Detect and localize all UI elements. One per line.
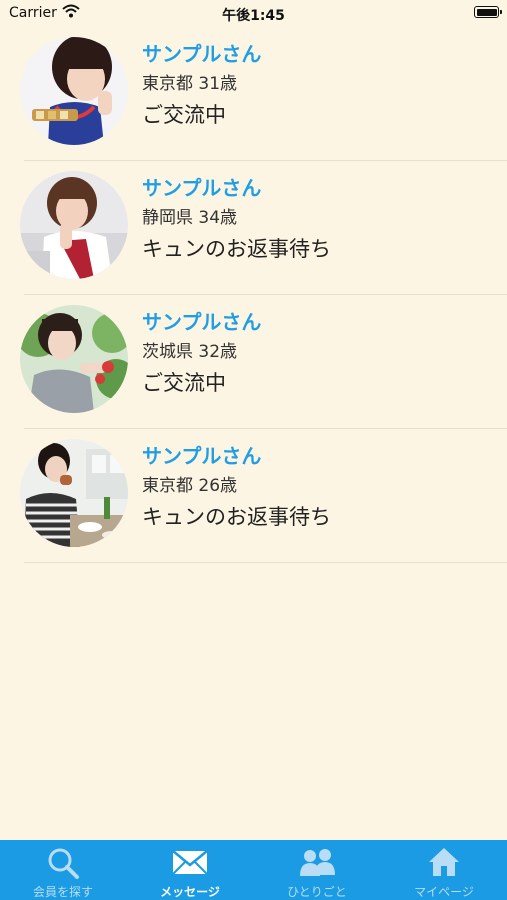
- woman-resting-on-hand-icon: [20, 171, 128, 279]
- tab-messages[interactable]: メッセージ: [127, 840, 253, 900]
- member-name: サンプルさん: [142, 42, 262, 66]
- people-icon: [300, 849, 335, 876]
- message-row[interactable]: サンプルさん 東京都 26歳 キュンのお返事待ち: [0, 429, 507, 563]
- member-name: サンプルさん: [142, 310, 262, 334]
- member-location-age: 静岡県 34歳: [142, 208, 238, 228]
- search-icon: [48, 848, 79, 879]
- member-name: サンプルさん: [142, 444, 262, 468]
- clock: 午後1:45: [222, 8, 285, 24]
- exchange-status: キュンのお返事待ち: [142, 237, 331, 261]
- member-name: サンプルさん: [142, 176, 262, 200]
- exchange-status: キュンのお返事待ち: [142, 505, 331, 529]
- woman-outdoors-icon: [20, 305, 128, 413]
- member-location-age: 東京都 31歳: [142, 74, 238, 94]
- status-bar: Carrier 午後1:45: [0, 0, 507, 28]
- tab-bar: 会員を探す メッセージ ひとりごと マイページ: [0, 840, 507, 900]
- tab-label: ひとりごと: [287, 885, 347, 899]
- tab-label: マイページ: [414, 885, 474, 899]
- tab-murmurs[interactable]: ひとりごと: [254, 840, 380, 900]
- envelope-icon: [172, 850, 208, 875]
- exchange-status: ご交流中: [142, 103, 226, 127]
- tab-search-members[interactable]: 会員を探す: [0, 840, 126, 900]
- woman-eating-icon: [20, 439, 128, 547]
- row-divider: [24, 562, 507, 563]
- message-row[interactable]: サンプルさん 東京都 31歳 ご交流中: [0, 27, 507, 161]
- home-icon: [429, 848, 459, 876]
- tab-label: 会員を探す: [32, 885, 93, 899]
- message-list: サンプルさん 東京都 31歳 ご交流中 サンプルさん 静岡県 34歳 キュンのお…: [0, 27, 507, 563]
- message-row[interactable]: サンプルさん 茨城県 32歳 ご交流中: [0, 295, 507, 429]
- battery-icon: [474, 6, 502, 18]
- tab-my-page[interactable]: マイページ: [381, 840, 507, 900]
- woman-holding-food-icon: [20, 37, 128, 145]
- tab-label: メッセージ: [160, 885, 220, 899]
- message-row[interactable]: サンプルさん 静岡県 34歳 キュンのお返事待ち: [0, 161, 507, 295]
- member-location-age: 茨城県 32歳: [142, 342, 238, 362]
- exchange-status: ご交流中: [142, 371, 226, 395]
- member-location-age: 東京都 26歳: [142, 476, 238, 496]
